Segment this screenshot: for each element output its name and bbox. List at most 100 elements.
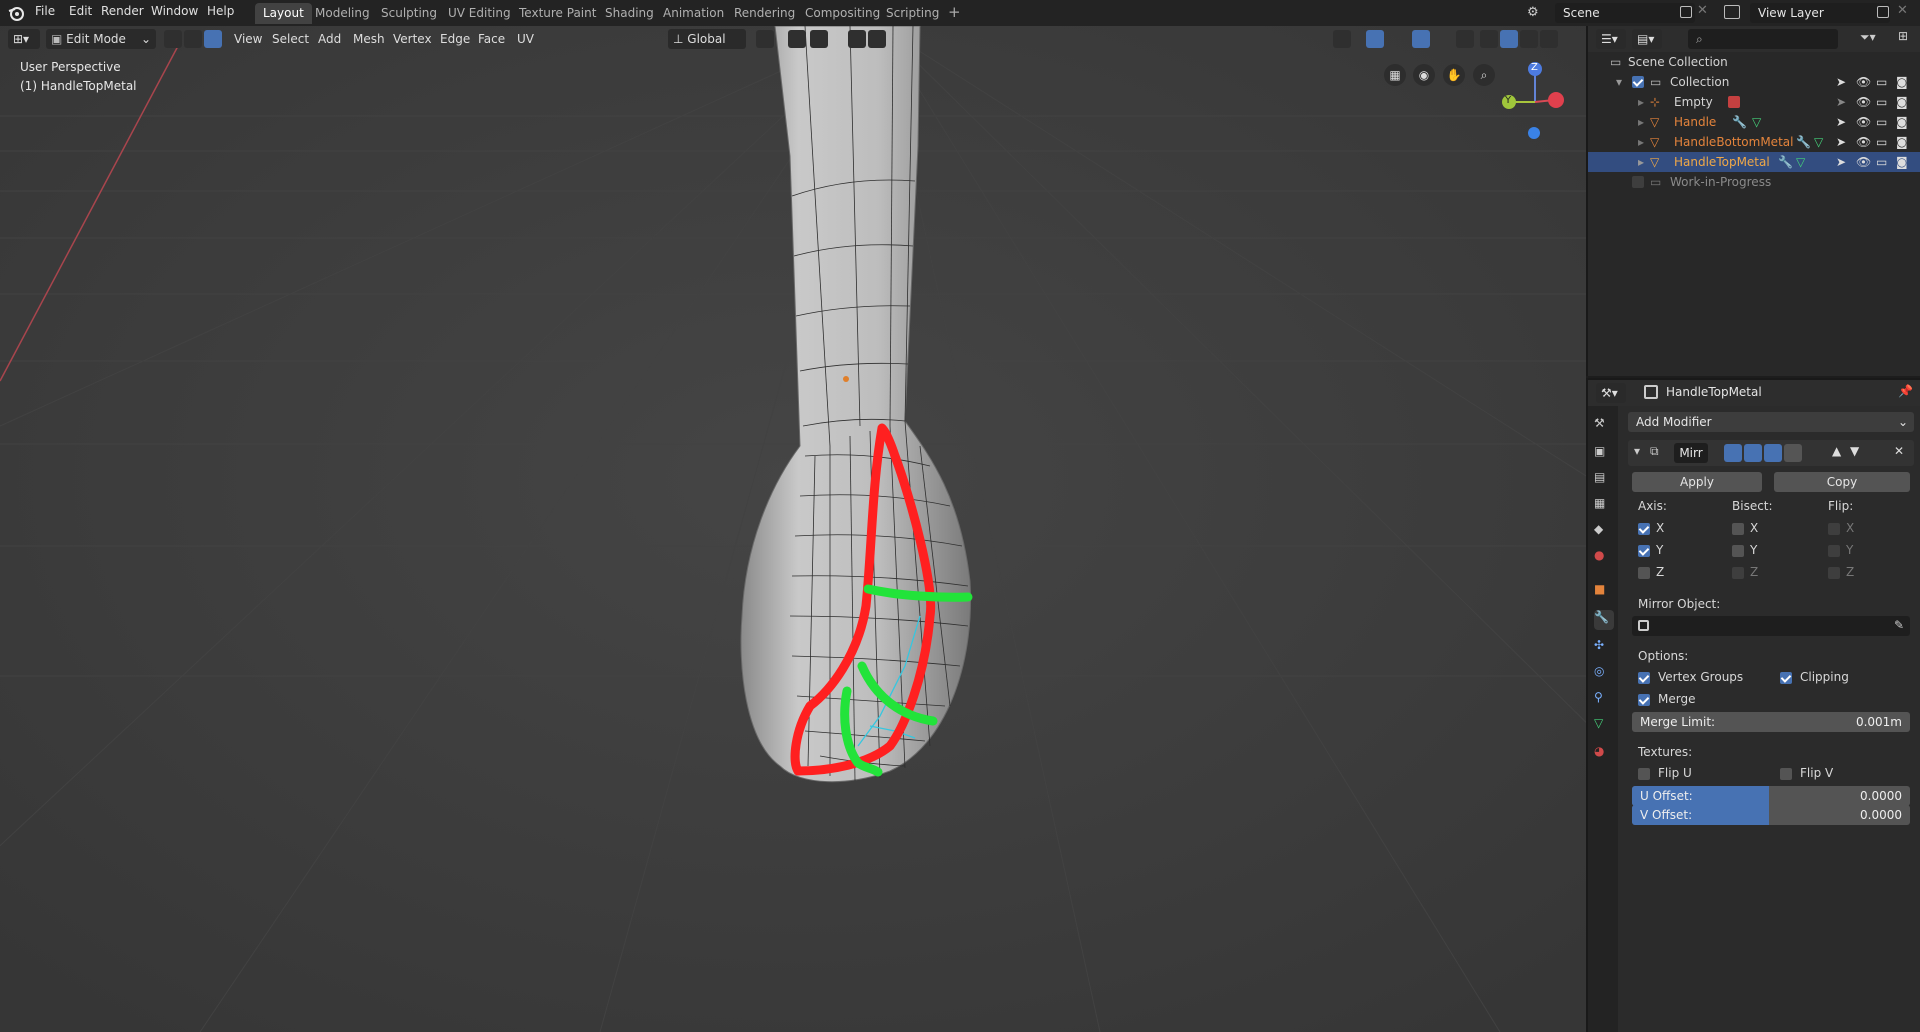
material-tab-icon[interactable]: ◕: [1594, 744, 1614, 764]
gizmo-toggle-icon[interactable]: [1366, 30, 1384, 48]
monitor-icon[interactable]: ▭: [1876, 92, 1887, 112]
view-layer-icon[interactable]: [1724, 5, 1740, 19]
tab-modeling[interactable]: Modeling: [307, 3, 378, 24]
add-modifier-dropdown[interactable]: Add Modifier ⌄: [1628, 412, 1914, 432]
edit-mode-toggle-icon[interactable]: [1724, 444, 1742, 462]
eye-icon[interactable]: 👁: [1856, 152, 1871, 172]
axis-y-checkbox[interactable]: [1638, 545, 1650, 557]
falloff-icon[interactable]: [868, 30, 886, 48]
pin-icon[interactable]: 📌: [1898, 384, 1913, 398]
bisect-x-checkbox[interactable]: [1732, 523, 1744, 535]
camera-icon[interactable]: ◙: [1896, 92, 1908, 112]
tree-row-handletopmetal[interactable]: ▸ ▽ HandleTopMetal 🔧 ▽ ➤ 👁 ▭ ◙: [1588, 152, 1920, 172]
solid-shading-icon[interactable]: [1500, 30, 1518, 48]
tree-row-collection[interactable]: ▾ ▭ Collection ➤ 👁 ▭ ◙: [1588, 72, 1920, 92]
flip-z-checkbox[interactable]: [1828, 567, 1840, 579]
move-up-icon[interactable]: ▲: [1832, 444, 1841, 458]
expand-arrow-icon[interactable]: ▾: [1616, 72, 1622, 92]
constraints-tab-icon[interactable]: ⚲: [1594, 690, 1614, 710]
flip-y-checkbox[interactable]: [1828, 545, 1840, 557]
scene-field[interactable]: Scene: [1555, 3, 1695, 23]
delete-scene-icon[interactable]: ✕: [1697, 3, 1708, 18]
view-layer-field[interactable]: View Layer: [1750, 3, 1890, 23]
flip-v-checkbox[interactable]: [1780, 768, 1792, 780]
mode-selector[interactable]: ▣ Edit Mode ⌄: [46, 29, 156, 49]
u-offset-field[interactable]: U Offset: 0.0000: [1632, 786, 1910, 806]
apply-button[interactable]: Apply: [1632, 472, 1762, 492]
menu-render[interactable]: Render: [101, 4, 144, 18]
select-arrow-icon[interactable]: ➤: [1836, 72, 1846, 92]
tab-shading[interactable]: Shading: [597, 3, 662, 24]
tab-compositing[interactable]: Compositing: [797, 3, 888, 24]
bisect-z-checkbox[interactable]: [1732, 567, 1744, 579]
output-tab-icon[interactable]: ▤: [1594, 470, 1614, 490]
rendered-shading-icon[interactable]: [1540, 30, 1558, 48]
face-select-icon[interactable]: [204, 30, 222, 48]
merge-checkbox[interactable]: [1638, 694, 1650, 706]
transform-orientation-dropdown[interactable]: ⊥ Global: [668, 29, 746, 49]
bisect-y-checkbox[interactable]: [1732, 545, 1744, 557]
camera-icon[interactable]: ◙: [1896, 112, 1908, 132]
editor-type-button[interactable]: ⊞▾: [8, 29, 40, 49]
new-collection-icon[interactable]: ⊞: [1898, 29, 1908, 43]
new-scene-icon[interactable]: [1680, 6, 1692, 18]
vertex-select-icon[interactable]: [164, 30, 182, 48]
clipping-checkbox[interactable]: [1780, 672, 1792, 684]
axis-z-checkbox[interactable]: [1638, 567, 1650, 579]
physics-tab-icon[interactable]: ◎: [1594, 664, 1614, 684]
scene-type-icon[interactable]: ⚙: [1527, 5, 1543, 21]
delete-view-layer-icon[interactable]: ✕: [1897, 3, 1908, 18]
new-view-layer-icon[interactable]: [1877, 6, 1889, 18]
camera-icon[interactable]: ◙: [1896, 132, 1908, 152]
display-mode-icon[interactable]: ▤▾: [1632, 29, 1662, 49]
blender-logo-icon[interactable]: [8, 5, 24, 21]
zoom-icon[interactable]: ⌕: [1473, 64, 1495, 86]
wireframe-shading-icon[interactable]: [1480, 30, 1498, 48]
tab-scripting[interactable]: Scripting: [878, 3, 947, 24]
collapse-arrow-icon[interactable]: ▾: [1634, 444, 1640, 458]
xray-icon[interactable]: [1456, 30, 1474, 48]
camera-icon[interactable]: ◙: [1896, 152, 1908, 172]
3d-viewport[interactable]: Z Y ⊞▾ ▣ Edit Mode ⌄ View Select Add Mesh…: [0, 26, 1586, 1032]
menu-help[interactable]: Help: [207, 4, 234, 18]
pivot-icon[interactable]: [756, 30, 774, 48]
render-tab-icon[interactable]: ▣: [1594, 444, 1614, 464]
close-icon[interactable]: ✕: [1894, 444, 1904, 458]
camera-view-icon[interactable]: ◉: [1413, 64, 1435, 86]
tab-animation[interactable]: Animation: [655, 3, 732, 24]
expand-arrow-icon[interactable]: ▸: [1638, 152, 1644, 172]
tree-row-work-in-progress[interactable]: ▭ Work-in-Progress: [1588, 172, 1920, 192]
select-arrow-icon[interactable]: ➤: [1836, 112, 1846, 132]
tree-row-empty[interactable]: ▸ ⊹ Empty ➤ 👁 ▭ ◙: [1588, 92, 1920, 112]
tab-rendering[interactable]: Rendering: [726, 3, 803, 24]
menu-vertex[interactable]: Vertex: [388, 29, 437, 49]
tab-texture-paint[interactable]: Texture Paint: [511, 3, 604, 24]
eye-icon[interactable]: 👁: [1856, 72, 1871, 92]
select-arrow-icon[interactable]: ➤: [1836, 132, 1846, 152]
menu-edge[interactable]: Edge: [435, 29, 475, 49]
tab-sculpting[interactable]: Sculpting: [373, 3, 445, 24]
select-arrow-icon[interactable]: ➤: [1836, 92, 1846, 112]
edge-select-icon[interactable]: [184, 30, 202, 48]
merge-limit-field[interactable]: Merge Limit: 0.001m: [1632, 712, 1910, 732]
collection-checkbox[interactable]: [1632, 76, 1644, 88]
render-toggle-icon[interactable]: [1784, 444, 1802, 462]
material-shading-icon[interactable]: [1520, 30, 1538, 48]
viewport-toggle-icon[interactable]: [1744, 444, 1762, 462]
add-workspace-button[interactable]: +: [948, 3, 961, 21]
menu-edit[interactable]: Edit: [69, 4, 92, 18]
properties-editor-type-icon[interactable]: ⚒▾: [1596, 383, 1626, 403]
flip-u-checkbox[interactable]: [1638, 768, 1650, 780]
visibility-icon[interactable]: [1333, 30, 1351, 48]
v-offset-field[interactable]: V Offset: 0.0000: [1632, 805, 1910, 825]
axis-x-checkbox[interactable]: [1638, 523, 1650, 535]
menu-uv[interactable]: UV: [512, 29, 539, 49]
eye-icon[interactable]: 👁: [1856, 92, 1871, 112]
mirror-object-field[interactable]: ✎: [1632, 616, 1910, 636]
menu-file[interactable]: File: [35, 4, 55, 18]
pan-hand-icon[interactable]: ✋: [1443, 64, 1465, 86]
tree-row-scene-collection[interactable]: ▭ Scene Collection: [1588, 52, 1920, 72]
menu-window[interactable]: Window: [151, 4, 198, 18]
menu-select[interactable]: Select: [267, 29, 314, 49]
menu-mesh[interactable]: Mesh: [348, 29, 390, 49]
